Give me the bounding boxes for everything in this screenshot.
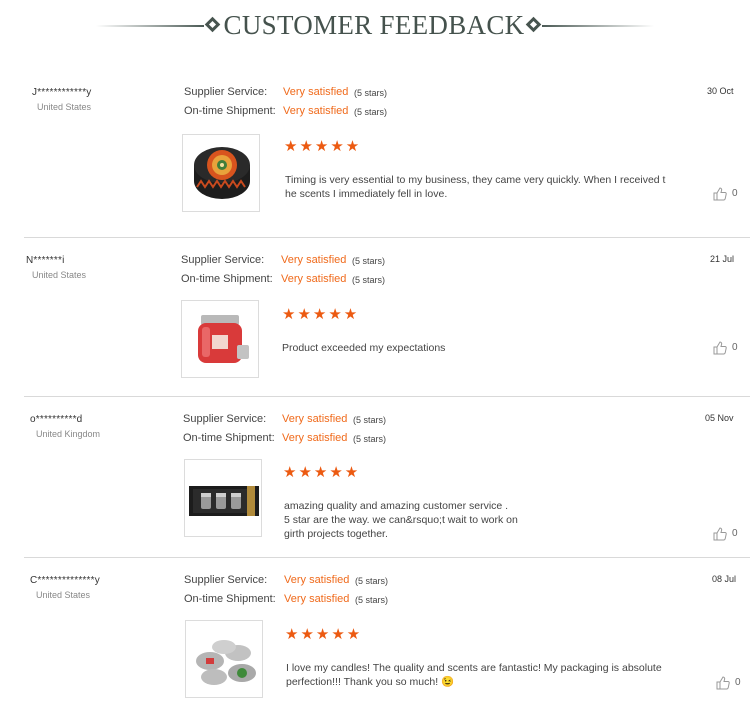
reviewer-country: United States: [32, 270, 87, 280]
product-thumbnail[interactable]: [185, 620, 263, 698]
shipment-label: On-time Shipment:: [183, 432, 275, 444]
shipment-label: On-time Shipment:: [181, 273, 273, 285]
review-date: 08 Jul: [712, 574, 737, 584]
star-rating: ★★★★★: [284, 138, 362, 155]
thumbs-up-icon[interactable]: [716, 676, 730, 690]
shipment-stars: (5 stars): [355, 595, 389, 605]
thumbs-up-icon[interactable]: [713, 527, 727, 541]
reviewer-name: J************y: [32, 87, 92, 98]
reviewer-country: United States: [37, 102, 92, 112]
supplier-service-label: Supplier Service:: [184, 574, 268, 586]
review-item: J************y United States Supplier Se…: [24, 70, 750, 238]
review-comment: I love my candles! The quality and scent…: [286, 662, 662, 688]
shipment-stars: (5 stars): [353, 434, 387, 444]
shipment-label: On-time Shipment:: [184, 593, 276, 605]
thumbs-up-icon[interactable]: [713, 187, 727, 201]
supplier-service-rating: Very satisfied: [282, 413, 348, 425]
supplier-service-stars: (5 stars): [354, 88, 388, 98]
product-thumbnail[interactable]: [184, 459, 262, 537]
supplier-service-label: Supplier Service:: [184, 86, 268, 98]
shipment-stars: (5 stars): [352, 275, 386, 285]
page-title: CUSTOMER FEEDBACK: [223, 10, 525, 40]
candle-jar-image: [198, 315, 249, 363]
shipment-rating: Very satisfied: [283, 105, 349, 117]
review-date: 05 Nov: [705, 413, 734, 423]
reviewer-name: o**********d: [30, 414, 83, 425]
review-item: C**************y United States Supplier …: [24, 558, 750, 711]
product-thumbnail[interactable]: [182, 134, 260, 212]
reviewer-country: United Kingdom: [36, 429, 101, 439]
reviewer-name: C**************y: [30, 575, 100, 586]
review-item: N*******i United States Supplier Service…: [24, 238, 750, 397]
shipment-rating: Very satisfied: [284, 593, 350, 605]
star-rating: ★★★★★: [282, 306, 360, 323]
supplier-service-label: Supplier Service:: [183, 413, 267, 425]
gift-box-image: [189, 486, 259, 516]
supplier-service-rating: Very satisfied: [284, 574, 350, 586]
candle-tins-image: [196, 640, 256, 685]
like-count: 0: [732, 188, 738, 199]
reviewer-name: N*******i: [26, 255, 65, 266]
supplier-service-label: Supplier Service:: [181, 254, 265, 266]
star-rating: ★★★★★: [283, 464, 361, 481]
review-date: 30 Oct: [707, 86, 734, 96]
like-count: 0: [732, 342, 738, 353]
supplier-service-rating: Very satisfied: [281, 254, 347, 266]
supplier-service-stars: (5 stars): [355, 576, 389, 586]
shipment-stars: (5 stars): [354, 107, 388, 117]
header-rule-right: [542, 25, 654, 27]
like-count: 0: [732, 528, 738, 539]
supplier-service-stars: (5 stars): [352, 256, 386, 266]
shipment-rating: Very satisfied: [282, 432, 348, 444]
review-comment: Timing is very essential to my business,…: [285, 174, 666, 200]
thumbs-up-icon[interactable]: [713, 341, 727, 355]
review-comment: Product exceeded my expectations: [282, 342, 446, 354]
feedback-header: CUSTOMER FEEDBACK: [0, 0, 750, 52]
header-rule-left: [96, 25, 204, 27]
shipment-rating: Very satisfied: [281, 273, 347, 285]
reviewer-country: United States: [36, 590, 91, 600]
review-date: 21 Jul: [710, 254, 735, 264]
review-item: o**********d United Kingdom Supplier Ser…: [24, 397, 750, 558]
diamond-ornament-icon: [525, 16, 542, 33]
diamond-ornament-icon: [204, 16, 221, 33]
product-thumbnail[interactable]: [181, 300, 259, 378]
like-count: 0: [735, 677, 741, 688]
shipment-label: On-time Shipment:: [184, 105, 276, 117]
review-comment: amazing quality and amazing customer ser…: [284, 500, 518, 540]
supplier-service-rating: Very satisfied: [283, 86, 349, 98]
candle-tin-image: [194, 147, 250, 199]
star-rating: ★★★★★: [285, 626, 363, 643]
supplier-service-stars: (5 stars): [353, 415, 387, 425]
